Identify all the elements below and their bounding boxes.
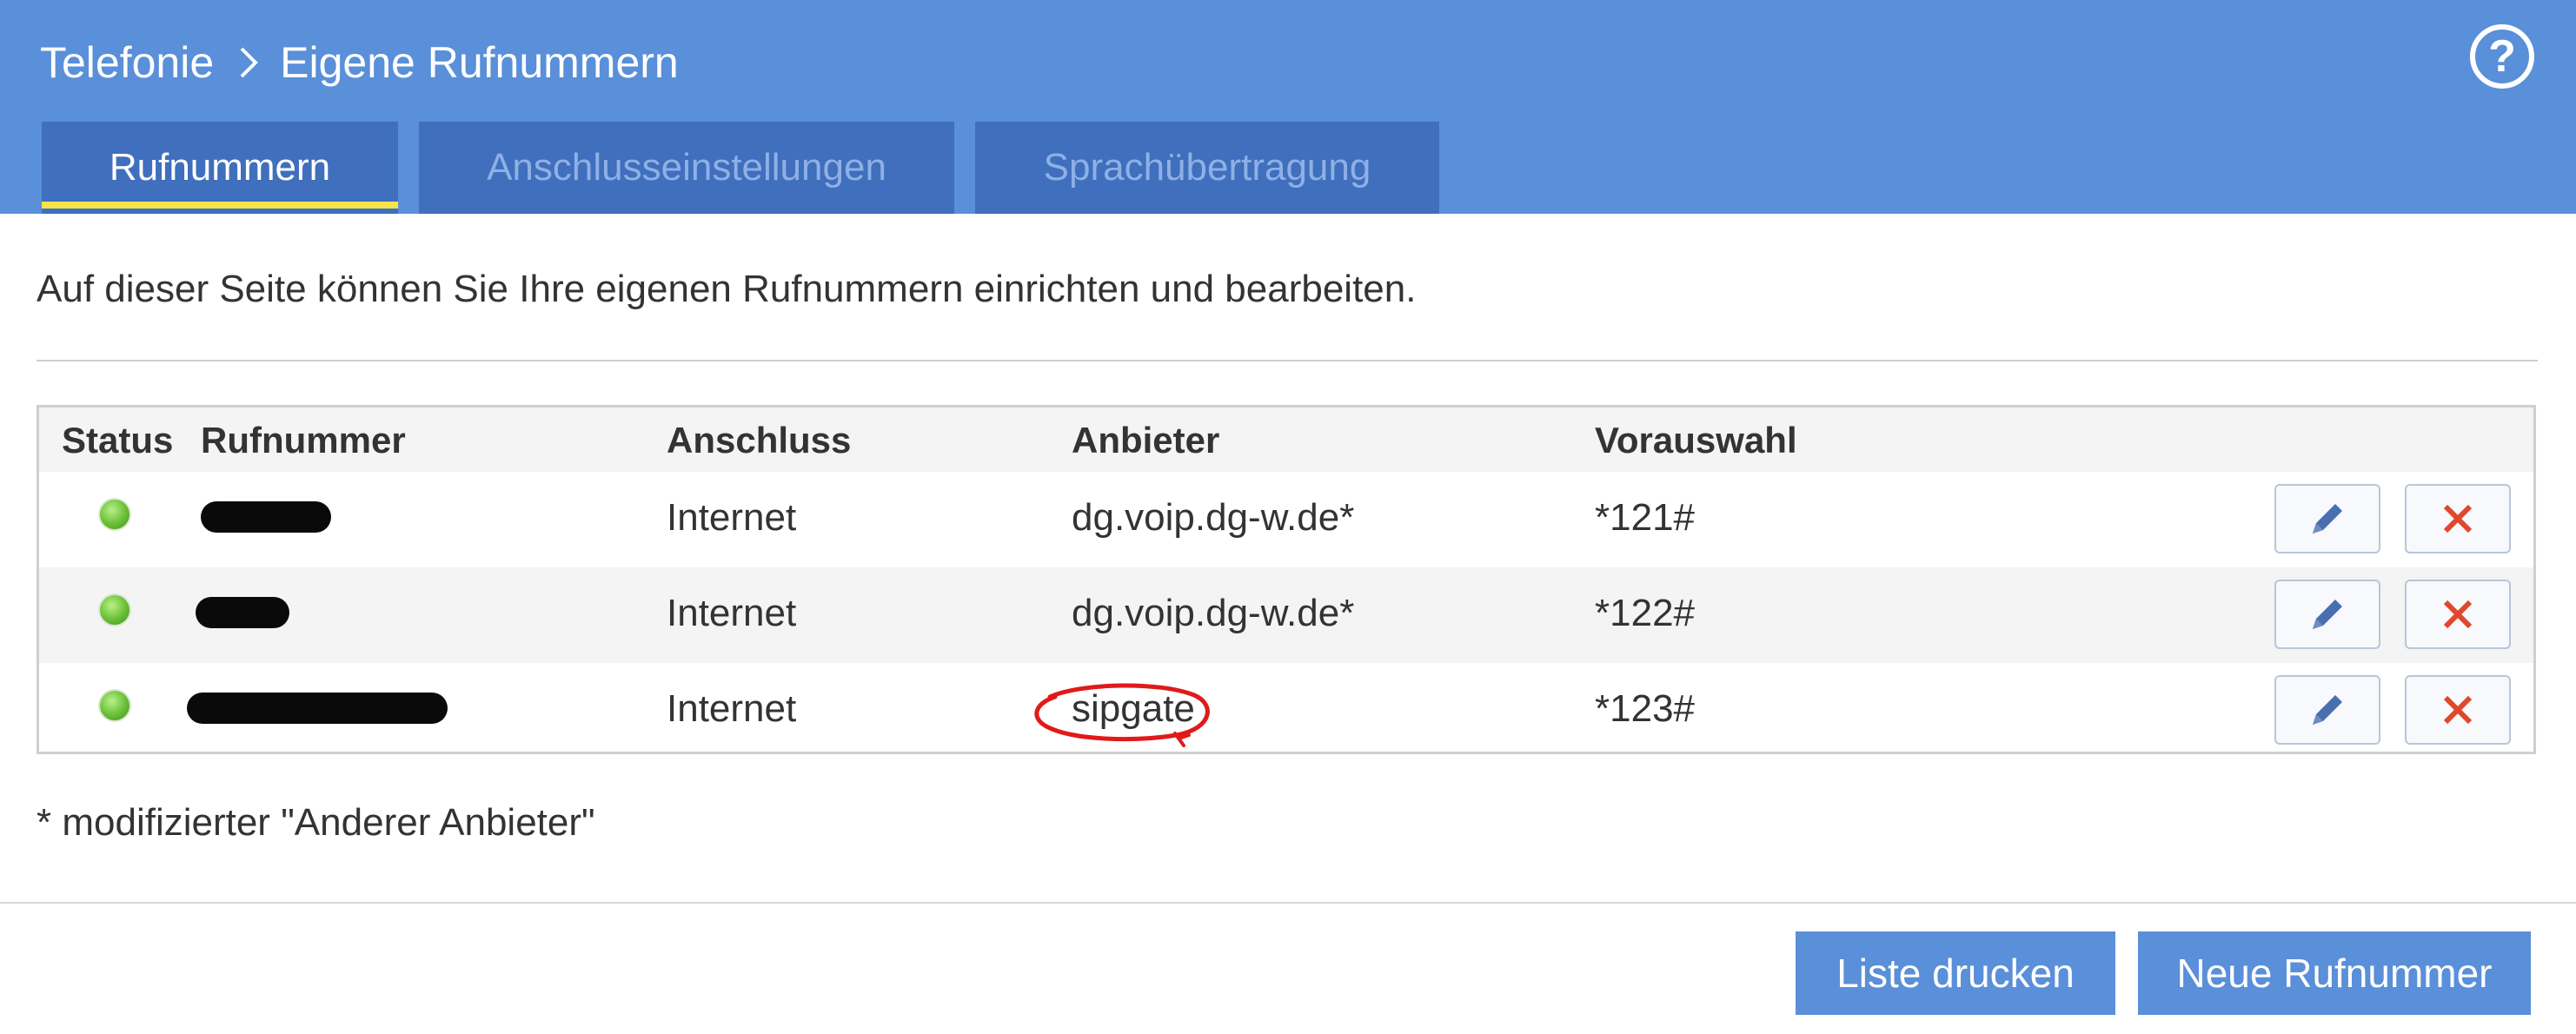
vorauswahl-cell: *121#: [1595, 496, 1696, 539]
pencil-icon: [2313, 695, 2342, 725]
column-header-vorauswahl: Vorauswahl: [1595, 420, 1797, 461]
table-row: Internet sipgate *123#: [39, 663, 2533, 759]
header-bar: Telefonie Eigene Rufnummern ? Rufnummern…: [0, 0, 2576, 214]
anbieter-cell: dg.voip.dg-w.de*: [1072, 592, 1355, 634]
print-list-button[interactable]: Liste drucken: [1796, 931, 2115, 1015]
help-icon[interactable]: ?: [2470, 24, 2534, 89]
delete-button[interactable]: [2405, 675, 2511, 745]
page-description: Auf dieser Seite können Sie Ihre eigenen…: [37, 268, 1417, 310]
table-row: Internet dg.voip.dg-w.de* *121#: [39, 472, 2533, 567]
delete-button[interactable]: [2405, 580, 2511, 649]
anschluss-cell: Internet: [667, 592, 797, 634]
edit-button[interactable]: [2274, 580, 2380, 649]
close-icon: [2443, 600, 2473, 629]
status-led-icon: [100, 500, 129, 529]
column-header-rufnummer: Rufnummer: [201, 420, 406, 461]
redacted-phone-number: [196, 597, 289, 628]
column-header-anbieter: Anbieter: [1072, 420, 1220, 461]
redacted-phone-number: [201, 501, 331, 533]
delete-button[interactable]: [2405, 484, 2511, 553]
breadcrumb: Telefonie Eigene Rufnummern: [40, 33, 679, 92]
new-number-button[interactable]: Neue Rufnummer: [2138, 931, 2531, 1015]
table-row: Internet dg.voip.dg-w.de* *122#: [39, 567, 2533, 663]
tab-rufnummern[interactable]: Rufnummern: [42, 122, 398, 214]
vorauswahl-cell: *123#: [1595, 687, 1696, 730]
breadcrumb-eigene-rufnummern: Eigene Rufnummern: [280, 38, 679, 87]
anschluss-cell: Internet: [667, 687, 797, 730]
status-led-icon: [100, 595, 129, 625]
anschluss-cell: Internet: [667, 496, 797, 539]
close-icon: [2443, 695, 2473, 725]
phone-numbers-table: Status Rufnummer Anschluss Anbieter Vora…: [37, 405, 2536, 754]
anbieter-cell: dg.voip.dg-w.de*: [1072, 496, 1355, 539]
status-led-icon: [100, 691, 129, 720]
tab-anschlusseinstellungen[interactable]: Anschlusseinstellungen: [419, 122, 954, 214]
redacted-phone-number: [187, 693, 448, 724]
footnote: * modifizierter "Anderer Anbieter": [37, 801, 595, 844]
annotation-circle: [1034, 683, 1210, 747]
column-header-status: Status: [62, 420, 174, 461]
divider: [37, 360, 2538, 361]
footer-divider: [0, 902, 2576, 904]
pencil-icon: [2313, 600, 2342, 629]
pencil-icon: [2313, 504, 2342, 534]
vorauswahl-cell: *122#: [1595, 592, 1696, 634]
edit-button[interactable]: [2274, 484, 2380, 553]
edit-button[interactable]: [2274, 675, 2380, 745]
table-header: Status Rufnummer Anschluss Anbieter Vora…: [39, 408, 2533, 472]
breadcrumb-telefonie[interactable]: Telefonie: [40, 37, 214, 88]
column-header-anschluss: Anschluss: [667, 420, 852, 461]
close-icon: [2443, 504, 2473, 534]
chevron-right-icon: [240, 47, 258, 78]
tab-sprachuebertragung[interactable]: Sprachübertragung: [975, 122, 1439, 214]
tab-bar: Rufnummern Anschlusseinstellungen Sprach…: [42, 122, 1460, 214]
